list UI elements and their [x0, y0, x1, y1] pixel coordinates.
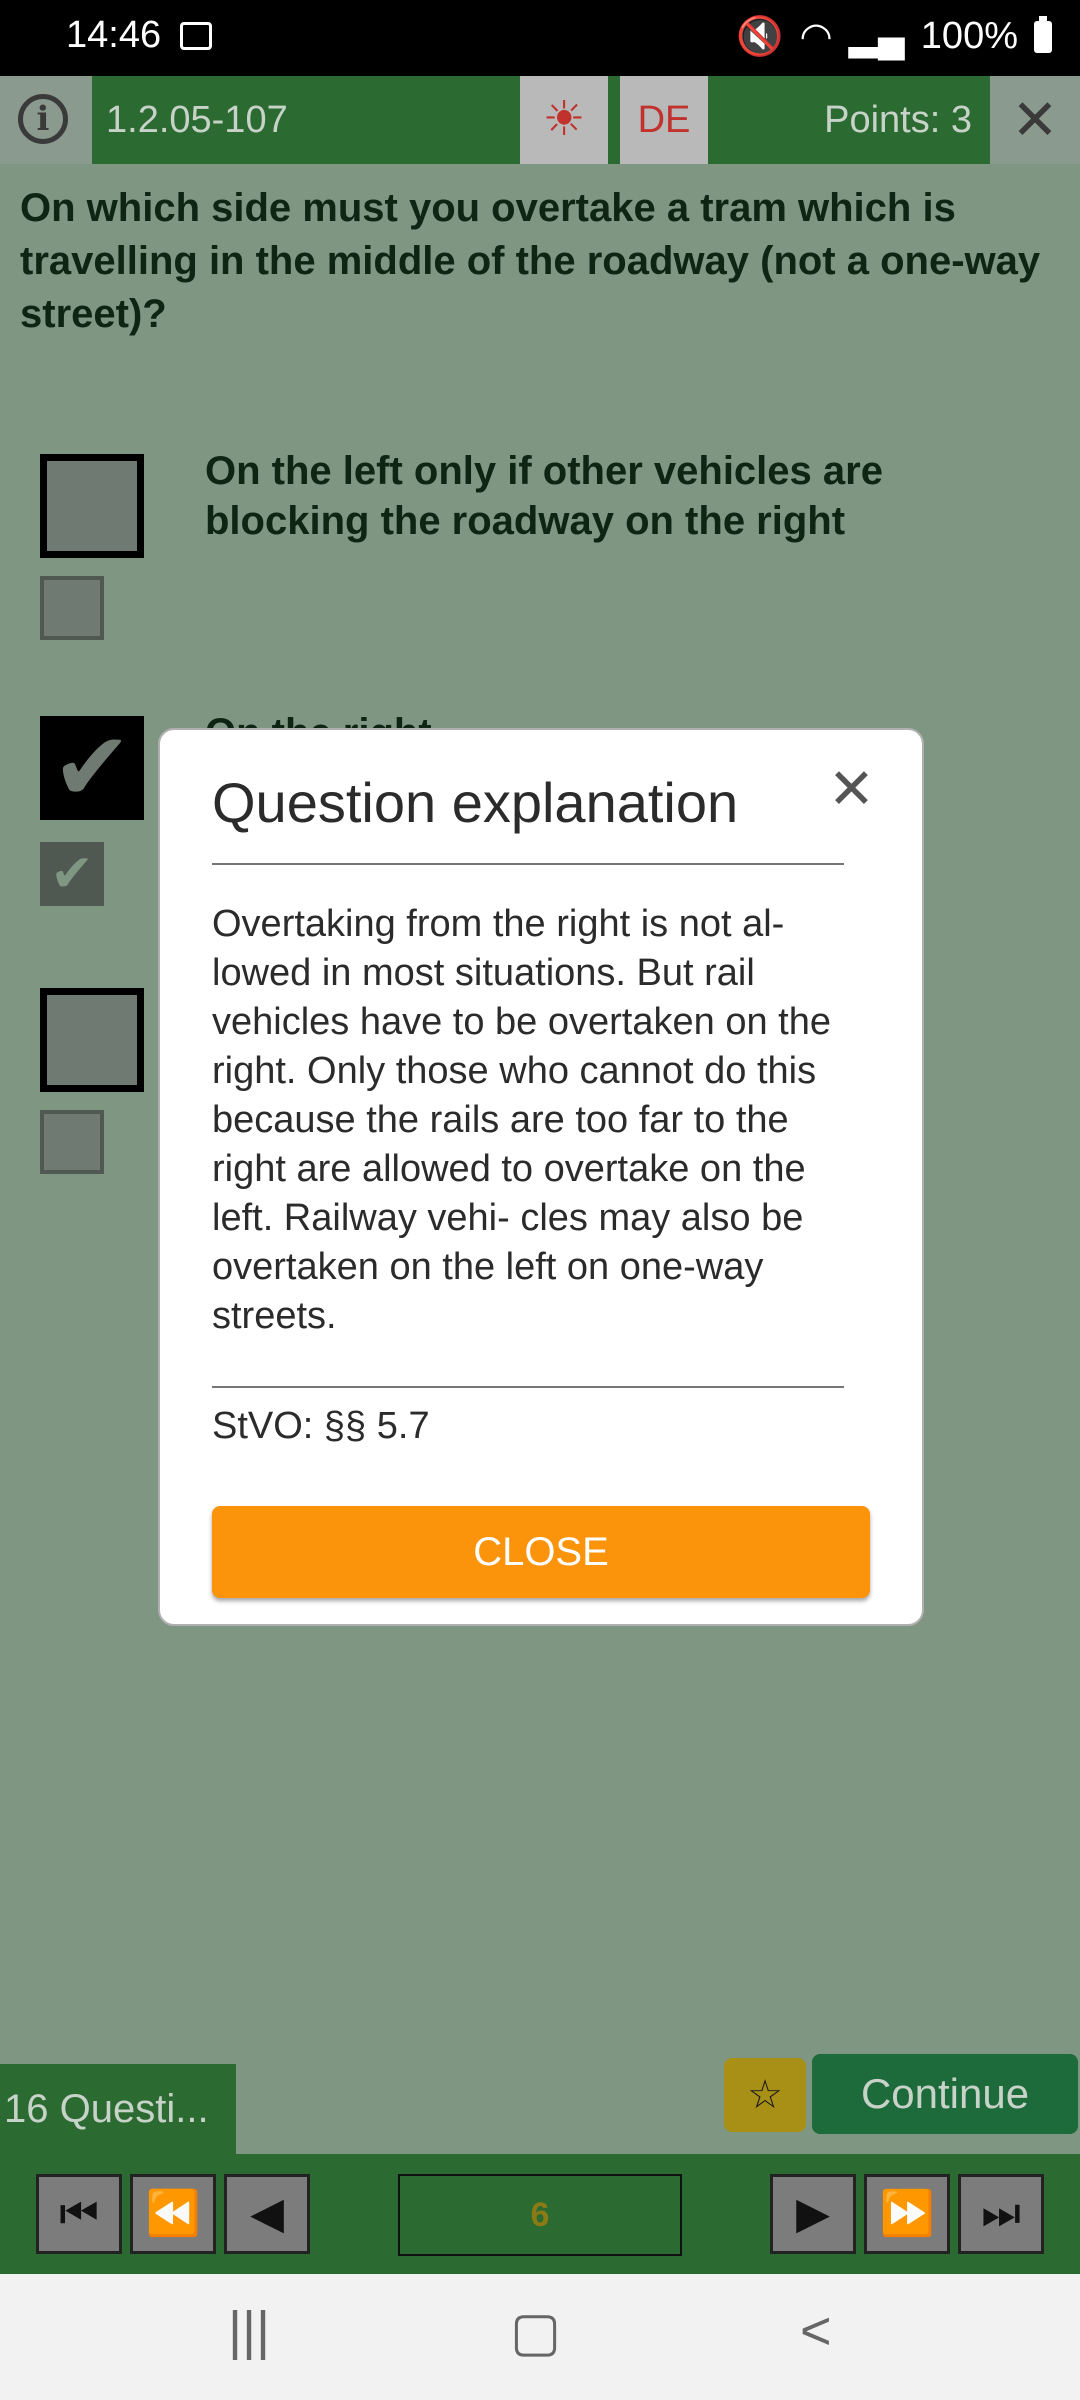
dialog-divider-bottom — [212, 1386, 844, 1388]
dialog-title: Question explanation — [212, 771, 739, 834]
dialog-close-icon[interactable]: ✕ — [828, 756, 875, 822]
dialog-divider-top — [212, 863, 844, 865]
dialog-close-button[interactable]: CLOSE — [212, 1506, 870, 1598]
dialog-explanation-text: Overtaking from the right is not al- low… — [212, 903, 831, 1337]
dialog-law-reference: StVO: §§ 5.7 — [212, 1405, 430, 1447]
